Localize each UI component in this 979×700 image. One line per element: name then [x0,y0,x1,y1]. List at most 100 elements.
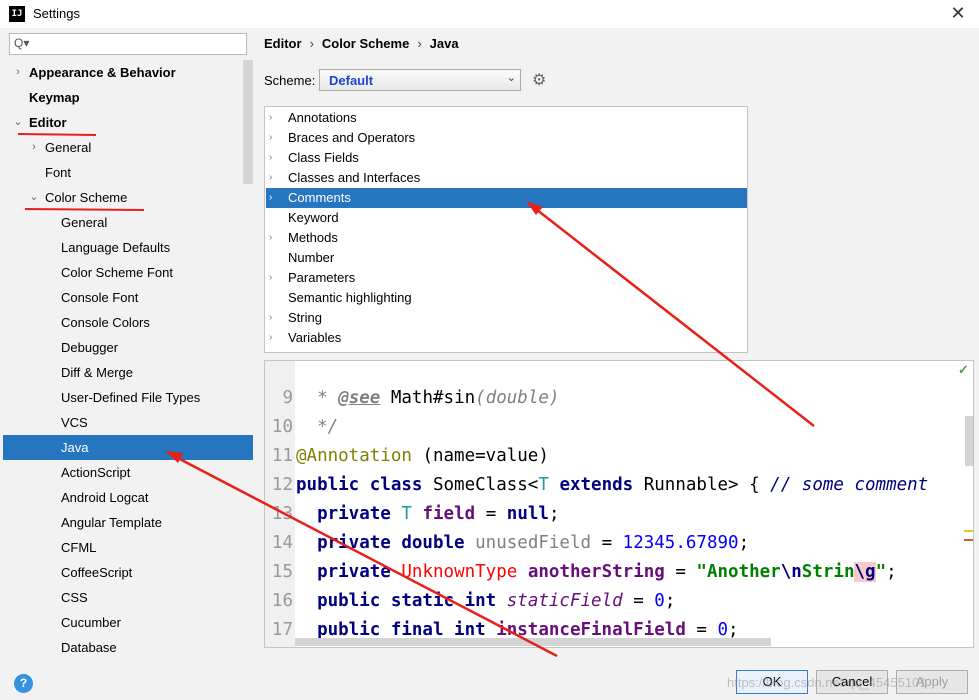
error-marker[interactable] [964,539,973,541]
sidebar-item[interactable]: Database [0,635,252,660]
category-label: Number [288,250,335,265]
chevron-right-icon[interactable]: › [269,228,279,248]
sidebar-item[interactable]: Debugger [0,335,252,360]
scheme-select[interactable]: Default ⌄ [319,69,521,91]
settings-sidebar: Q▾ › Appearance & Behavior Keymap ⌄ Editor › G… [0,28,254,660]
sidebar-item[interactable]: CoffeeScript [0,560,252,585]
code-line: 10 */ [265,384,338,437]
category-list-item[interactable]: › Class Fields [266,148,747,168]
editor-horizontal-scrollbar[interactable] [295,638,771,646]
sidebar-item[interactable]: Android Logcat [0,485,252,510]
sidebar-item[interactable]: Console Font [0,285,252,310]
sidebar-item[interactable]: Font [0,160,252,185]
category-list-item[interactable]: › Methods [266,228,747,248]
code-line: 12 public class SomeClass<T extends Runna… [265,442,928,495]
search-icon: Q▾ [14,36,30,50]
chevron-right-icon[interactable]: › [269,308,279,328]
sidebar-item[interactable]: ⌄ Editor [0,110,252,135]
sidebar-item[interactable]: General [0,210,252,235]
chevron-down-icon[interactable]: ⌄ [12,110,24,135]
category-label: String [288,310,322,325]
sidebar-item[interactable]: CFML [0,535,252,560]
sidebar-item[interactable]: Console Colors [0,310,252,335]
category-list-item[interactable]: › Parameters [266,268,747,288]
category-list-item[interactable]: › Classes and Interfaces [266,168,747,188]
help-icon[interactable]: ? [14,674,33,693]
dialog-footer: ? OK Cancel Apply https://blog.csdn.net/… [0,660,979,700]
title-bar: IJ Settings ✕ [0,0,979,28]
sidebar-item-label: Appearance & Behavior [29,65,176,80]
sidebar-item-label: General [45,140,92,155]
category-list-item[interactable]: Keyword [266,208,747,228]
chevron-right-icon[interactable]: › [269,188,279,208]
settings-search-input[interactable]: Q▾ [9,33,247,55]
sidebar-item-label: VCS [61,415,88,430]
watermark: https://blog.csdn.net/qq_45455101 [727,675,927,690]
sidebar-item-label: Diff & Merge [61,365,134,380]
category-list-item[interactable]: › String [266,308,747,328]
sidebar-item-label: Cucumber [61,615,121,630]
category-label: Braces and Operators [288,130,416,145]
sidebar-scrollbar[interactable] [243,60,253,184]
sidebar-item[interactable]: Color Scheme Font [0,260,252,285]
sidebar-item-label: Language Defaults [61,240,171,255]
settings-content: Editor › Color Scheme › Java Scheme: Default… [254,28,979,660]
chevron-right-icon[interactable]: › [269,168,279,188]
sidebar-item-label: CSS [61,590,88,605]
category-label: Annotations [288,110,357,125]
code-line: 13 private T field = null; [265,471,560,524]
category-list-item[interactable]: Semantic highlighting [266,288,747,308]
sidebar-item-label: Keymap [29,90,80,105]
chevron-down-icon[interactable]: ⌄ [28,185,40,210]
breadcrumb-item-java: Java [429,36,459,51]
sidebar-item[interactable]: › Appearance & Behavior [0,60,252,85]
chevron-right-icon[interactable]: › [28,135,40,160]
sidebar-item-label: Editor [29,115,67,130]
category-list-item[interactable]: › Annotations [266,108,747,128]
warning-marker[interactable] [964,530,973,532]
gear-icon[interactable]: ⚙ [532,70,546,90]
category-list-item[interactable]: › Comments [266,188,747,208]
category-list-item[interactable]: Number [266,248,747,268]
sidebar-item[interactable]: Angular Template [0,510,252,535]
sidebar-item[interactable]: Language Defaults [0,235,252,260]
chevron-right-icon[interactable]: › [269,148,279,168]
breadcrumb-item-editor: Editor [264,36,302,51]
sidebar-item[interactable]: Keymap [0,85,252,110]
sidebar-item-label: Debugger [61,340,119,355]
intellij-logo-icon: IJ [9,6,25,22]
chevron-down-icon: ⌄ [506,72,516,84]
window-title: Settings [33,6,80,21]
category-label: Parameters [288,270,356,285]
sidebar-item-label: Database [61,640,117,655]
editor-vertical-scrollbar[interactable] [965,416,973,466]
breadcrumb: Editor › Color Scheme › Java [264,36,459,51]
sidebar-item[interactable]: CSS [0,585,252,610]
chevron-right-icon[interactable]: › [269,128,279,148]
sidebar-item[interactable]: User-Defined File Types [0,385,252,410]
scheme-label: Scheme: [264,73,316,88]
sidebar-item-label: Android Logcat [61,490,149,505]
sidebar-item[interactable]: ⌄ Color Scheme [0,185,252,210]
sidebar-item-label: CoffeeScript [61,565,133,580]
chevron-right-icon[interactable]: › [269,328,279,348]
sidebar-item[interactable]: Cucumber [0,610,252,635]
sidebar-item-label: Color Scheme [45,190,128,205]
code-preview[interactable]: 9 * @see Math#sin(double) 10 */ 11 @Annot… [264,360,974,648]
category-list-item[interactable]: › Braces and Operators [266,128,747,148]
sidebar-item[interactable]: › General [0,135,252,160]
sidebar-item[interactable]: VCS [0,410,252,435]
category-list-item[interactable]: › Variables [266,328,747,348]
category-label: Classes and Interfaces [288,170,421,185]
sidebar-item[interactable]: Diff & Merge [0,360,252,385]
chevron-right-icon[interactable]: › [12,60,24,85]
sidebar-item-label: Java [61,440,89,455]
sidebar-item[interactable]: ActionScript [0,460,252,485]
chevron-right-icon[interactable]: › [269,108,279,128]
chevron-right-icon[interactable]: › [269,268,279,288]
sidebar-item[interactable]: Java [3,435,253,460]
code-line: 15 private UnknownType anotherString = "… [265,529,897,582]
category-label: Methods [288,230,338,245]
breadcrumb-separator: › [309,36,314,51]
close-icon[interactable]: ✕ [948,3,968,23]
